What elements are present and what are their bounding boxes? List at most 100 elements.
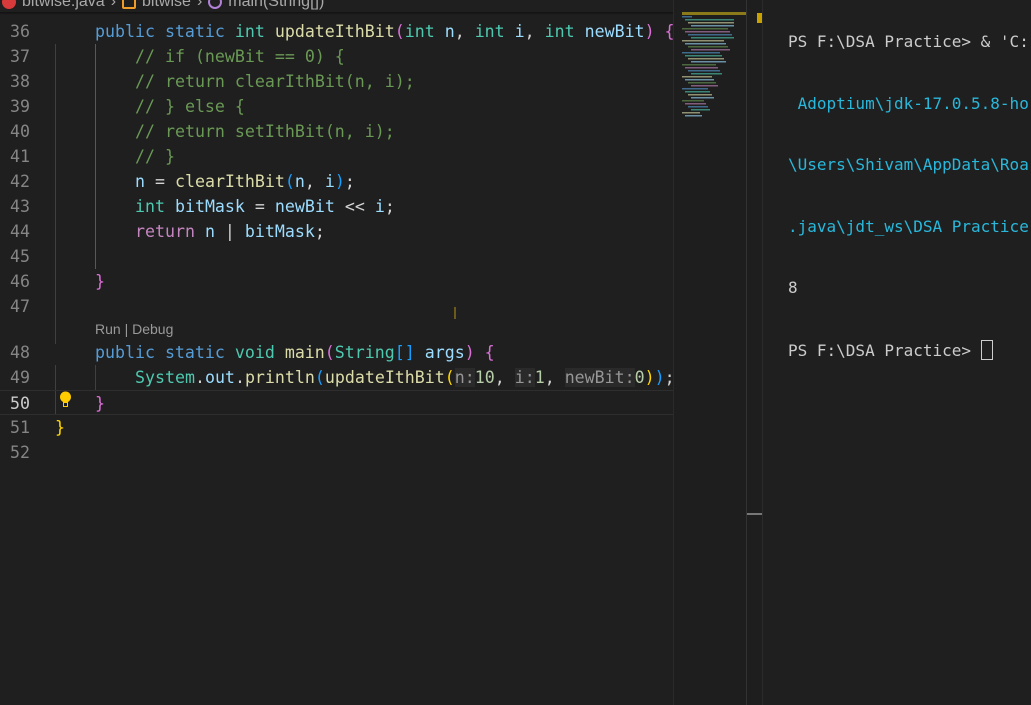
code-token: 10 — [474, 368, 495, 387]
minimap-line — [691, 73, 722, 75]
code-token: // return setIthBit(n, i); — [135, 122, 395, 141]
java-file-icon — [2, 0, 16, 9]
code-line[interactable]: 41 // } — [0, 144, 673, 169]
code-line[interactable]: 45 — [0, 244, 673, 269]
code-text: System.out.println(updateIthBit(n:10, i:… — [135, 365, 673, 390]
code-token: ) — [334, 172, 345, 191]
code-token: } — [95, 272, 105, 291]
scrollbar-position-marker — [747, 513, 763, 515]
breadcrumb-file[interactable]: bitwise.java — [22, 0, 105, 11]
code-token: public — [95, 343, 165, 362]
terminal-output: 8 — [788, 278, 798, 297]
code-token: i — [514, 22, 525, 41]
inlay-hint: newBit: — [564, 368, 635, 387]
code-line[interactable]: 47 — [0, 294, 673, 319]
code-editor[interactable]: bitwise.java › bitwise › main(String[]) 36… — [0, 0, 673, 705]
code-line[interactable]: 42 n = clearIthBit(n, i); — [0, 169, 673, 194]
code-token: bitMask — [244, 222, 315, 241]
code-token: bitMask — [174, 197, 245, 216]
minimap-line — [685, 79, 714, 81]
line-number: 48 — [10, 343, 30, 362]
code-token: newBit — [274, 197, 335, 216]
code-line[interactable]: 52 — [0, 440, 673, 465]
code-line[interactable]: 40 // return setIthBit(n, i); — [0, 119, 673, 144]
code-token: { — [484, 343, 495, 362]
line-number: 47 — [10, 297, 30, 316]
line-number: 52 — [10, 443, 30, 462]
minimap-line — [682, 64, 716, 66]
code-token: { — [665, 22, 673, 41]
code-line[interactable]: 37 // if (newBit == 0) { — [0, 44, 673, 69]
code-token: // return clearIthBit(n, i); — [135, 72, 415, 91]
code-token: String — [334, 343, 395, 362]
minimap-line — [685, 91, 710, 93]
code-token: [] — [394, 343, 415, 362]
code-line[interactable]: 36 public static int updateIthBit(int n, … — [0, 19, 673, 44]
code-text: public static void main(String[] args) { — [95, 340, 495, 365]
line-number: 41 — [10, 147, 30, 166]
chevron-right-icon: › — [196, 0, 203, 10]
code-token: int — [135, 197, 175, 216]
minimap-line — [685, 43, 726, 45]
code-line[interactable]: 50} — [0, 390, 673, 415]
code-token: ; — [665, 368, 673, 387]
code-token: 1 — [534, 368, 545, 387]
code-text: } — [95, 391, 105, 416]
minimap-line — [688, 58, 724, 60]
code-line[interactable]: 48 public static void main(String[] args)… — [0, 340, 673, 365]
terminal-panel[interactable]: PS F:\DSA Practice> & 'C: Adoptium\jdk-1… — [762, 0, 1031, 705]
code-token: int — [404, 22, 445, 41]
code-token: newBit — [584, 22, 645, 41]
code-token: int — [474, 22, 515, 41]
minimap-line — [691, 85, 718, 87]
code-text: // return clearIthBit(n, i); — [135, 69, 415, 94]
code-line[interactable]: 43 int bitMask = newBit << i; — [0, 194, 673, 219]
minimap-line — [685, 103, 706, 105]
minimap-code-preview — [682, 16, 734, 117]
code-token: ) — [644, 368, 655, 387]
code-text: // if (newBit == 0) { — [135, 44, 345, 69]
code-token: System — [135, 368, 195, 387]
line-number: 44 — [10, 222, 30, 241]
code-token: ( — [284, 172, 295, 191]
minimap-line — [691, 25, 734, 27]
line-number: 50 — [10, 394, 30, 413]
minimap-line — [682, 16, 692, 18]
code-line[interactable]: 38 // return clearIthBit(n, i); — [0, 69, 673, 94]
minimap-line — [682, 88, 708, 90]
line-number: 42 — [10, 172, 30, 191]
line-number: 51 — [10, 418, 30, 437]
code-token: static — [164, 22, 235, 41]
code-token: clearIthBit — [174, 172, 285, 191]
terminal-cursor — [980, 339, 993, 360]
terminal-prompt[interactable]: PS F:\DSA Practice> — [788, 339, 1031, 361]
code-token: i — [324, 172, 335, 191]
minimap-line — [685, 31, 730, 33]
minimap-highlight — [682, 12, 746, 15]
breadcrumb-method[interactable]: main(String[]) — [228, 0, 324, 11]
lightbulb-icon[interactable] — [59, 391, 72, 409]
code-line[interactable]: 49 System.out.println(updateIthBit(n:10, … — [0, 365, 673, 390]
minimap-line — [682, 112, 700, 114]
minimap-line — [691, 61, 726, 63]
minimap-line — [685, 19, 734, 21]
code-line[interactable]: 39 // } else { — [0, 94, 673, 119]
code-line[interactable]: 51} — [0, 415, 673, 440]
minimap-line — [682, 76, 712, 78]
codelens-debug[interactable]: Debug — [132, 321, 173, 337]
minimap-line — [682, 100, 704, 102]
minimap-line — [685, 67, 718, 69]
code-line[interactable]: 44 return n | bitMask; — [0, 219, 673, 244]
terminal-line: Adoptium\jdk-17.0.5.8-ho — [788, 93, 1029, 113]
breadcrumb-class[interactable]: bitwise — [142, 0, 191, 11]
code-token: println — [244, 368, 315, 387]
code-token: = — [145, 172, 175, 191]
code-token: // } else { — [135, 97, 245, 116]
codelens-run[interactable]: Run — [95, 321, 121, 337]
code-token: , — [494, 368, 515, 387]
codelens-separator: | — [120, 321, 133, 337]
code-token: << — [334, 197, 375, 216]
code-line[interactable]: 46} — [0, 269, 673, 294]
vertical-scrollbar[interactable] — [746, 0, 763, 705]
minimap[interactable] — [673, 0, 746, 705]
